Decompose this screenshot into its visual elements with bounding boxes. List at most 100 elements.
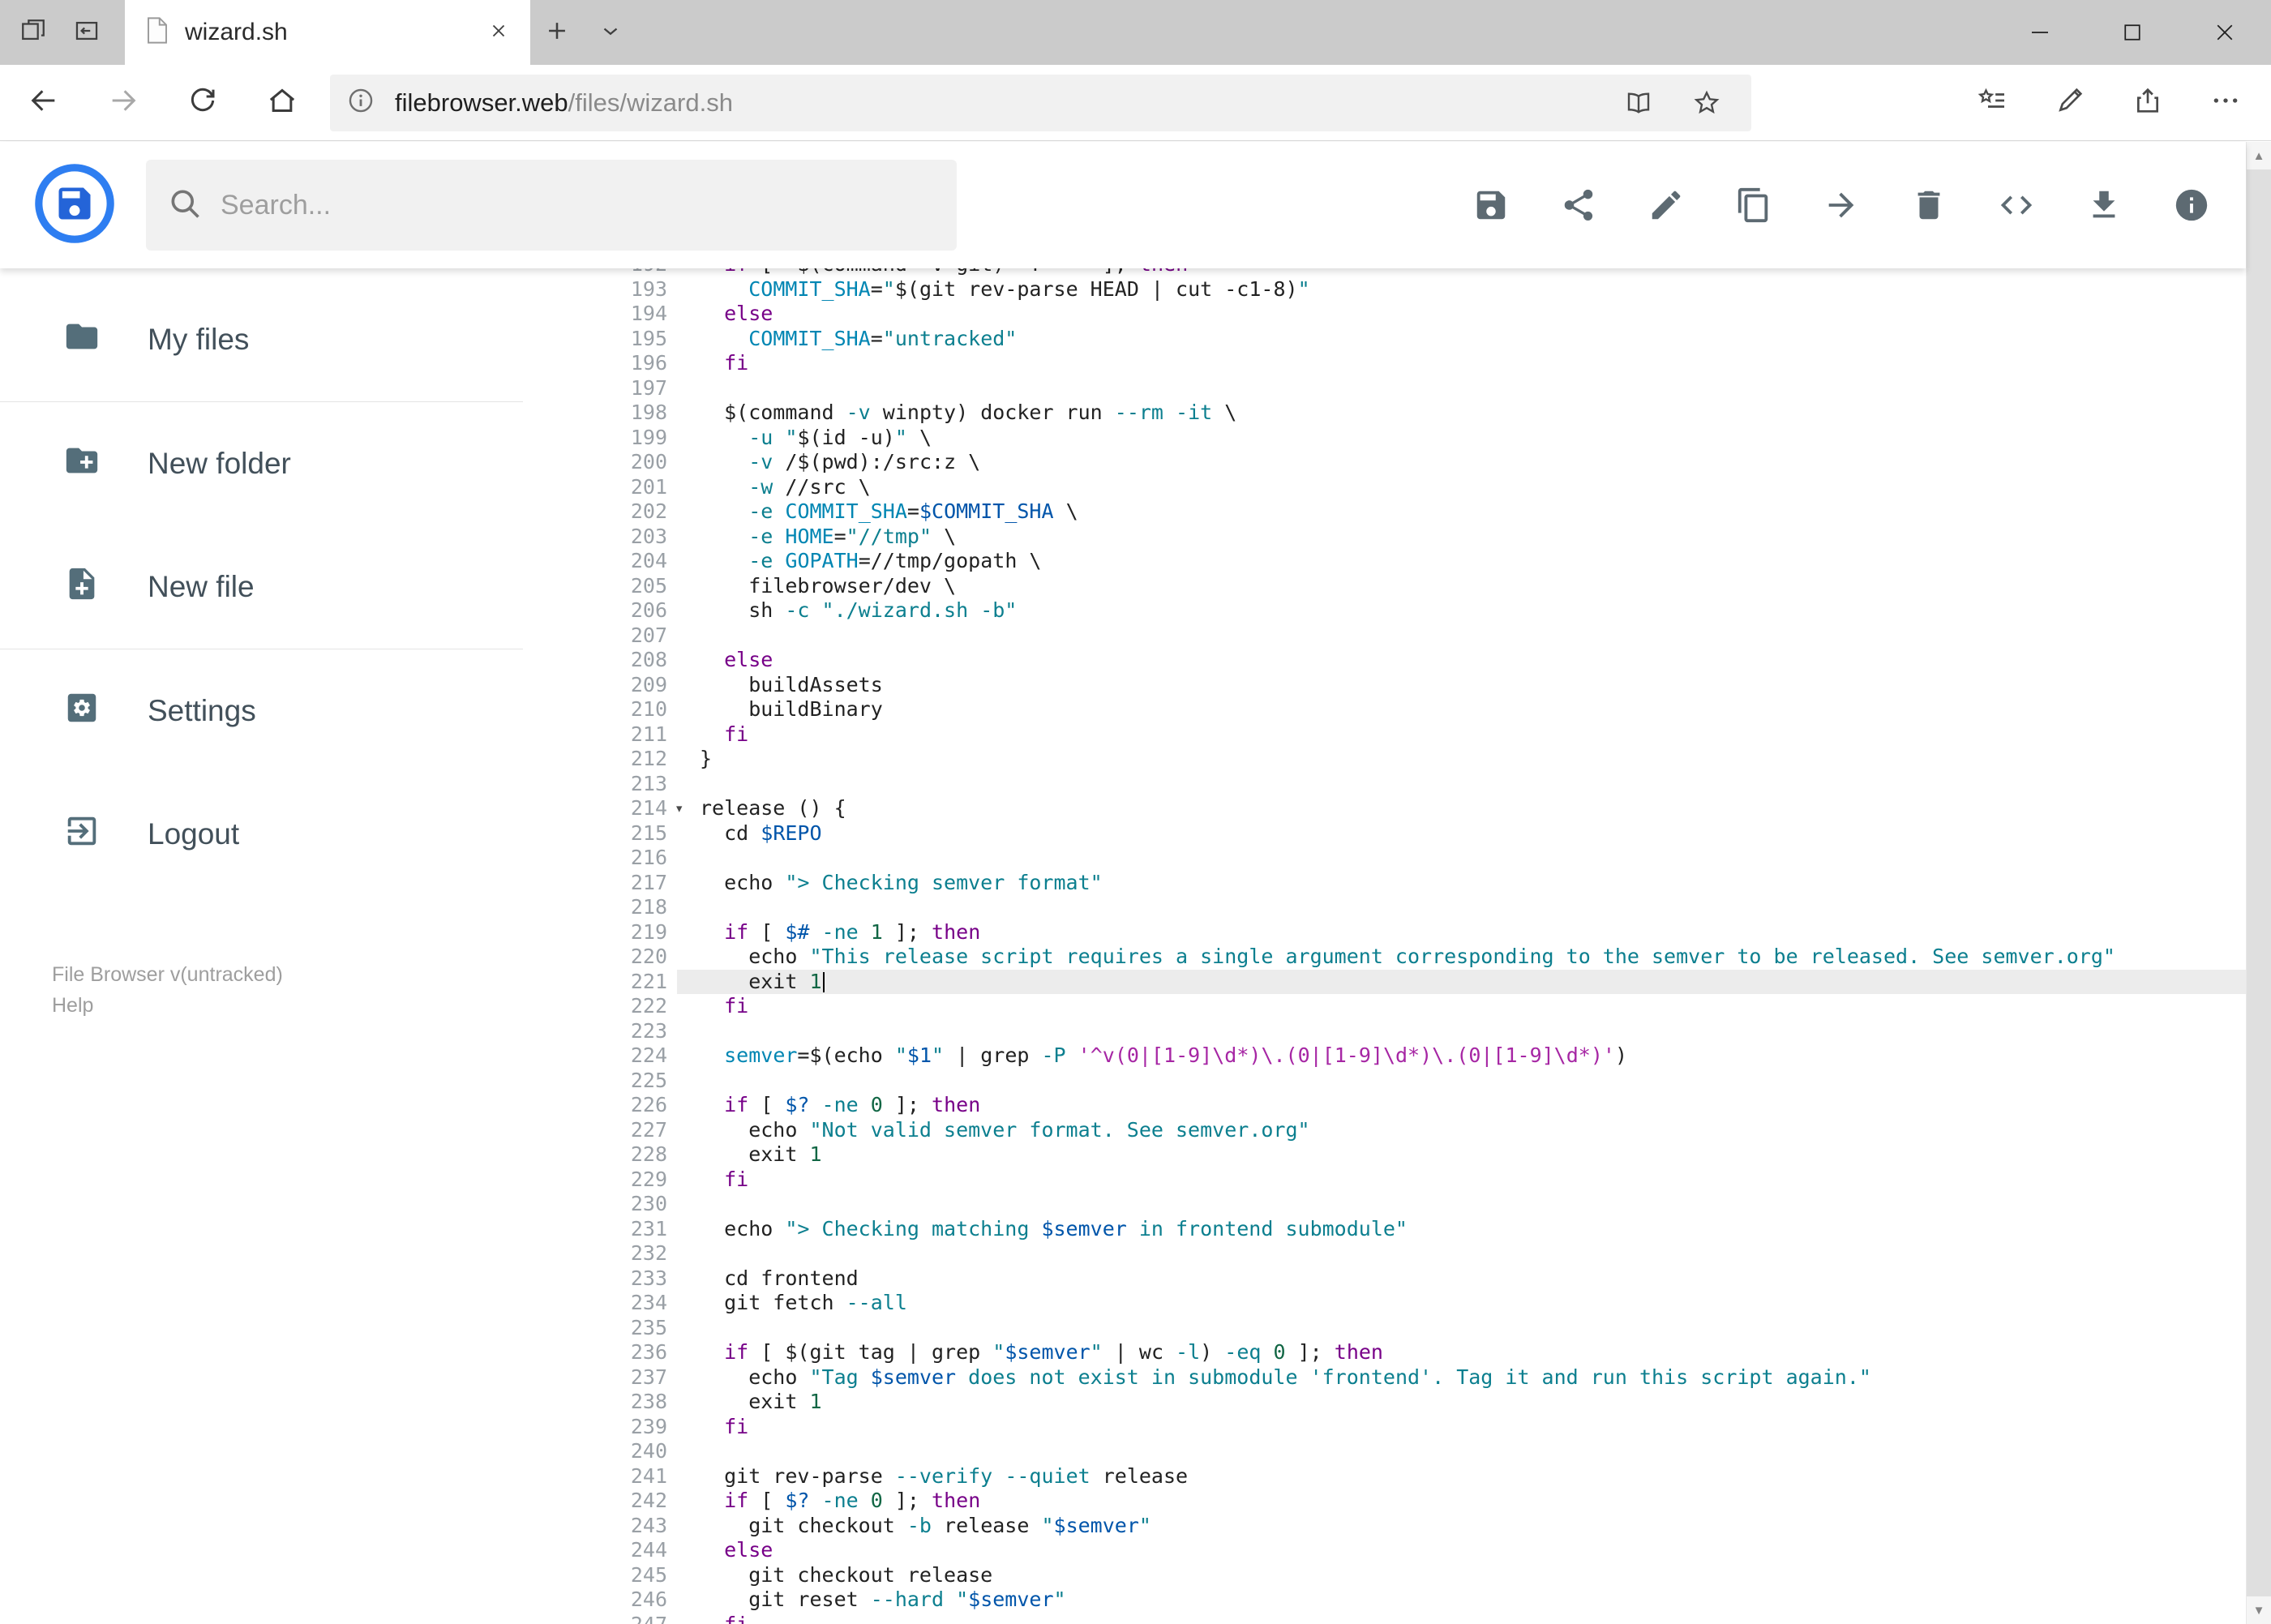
scroll-down-arrow[interactable]: ▼ — [2247, 1596, 2271, 1624]
code-line[interactable]: 200 -v /$(pwd):/src:z \ — [600, 450, 2246, 475]
code-line[interactable]: 222 fi — [600, 994, 2246, 1019]
minimize-button[interactable] — [1994, 0, 2086, 65]
code-line[interactable]: 216 — [600, 846, 2246, 871]
maximize-button[interactable] — [2086, 0, 2179, 65]
code-line[interactable]: 243 git checkout -b release "$semver" — [600, 1514, 2246, 1539]
code-line[interactable]: 247 fi — [600, 1613, 2246, 1624]
code-line[interactable]: 229 fi — [600, 1168, 2246, 1193]
code-line[interactable]: 238 exit 1 — [600, 1390, 2246, 1415]
help-link[interactable]: Help — [52, 990, 600, 1021]
code-line[interactable]: 207 — [600, 623, 2246, 649]
code-line[interactable]: 231 echo "> Checking matching $semver in… — [600, 1217, 2246, 1242]
code-line[interactable]: 202 -e COMMIT_SHA=$COMMIT_SHA \ — [600, 499, 2246, 525]
code-line[interactable]: 204 -e GOPATH=//tmp/gopath \ — [600, 549, 2246, 574]
sidebar-item-settings[interactable]: Settings — [0, 649, 600, 773]
code-line[interactable]: 245 git checkout release — [600, 1563, 2246, 1588]
code-line[interactable]: 214 ▾ release () { — [600, 796, 2246, 821]
code-line[interactable]: 205 filebrowser/dev \ — [600, 574, 2246, 599]
scroll-up-arrow[interactable]: ▲ — [2247, 142, 2271, 169]
code-line[interactable]: 208 else — [600, 648, 2246, 673]
code-line[interactable]: 236 if [ $(git tag | grep "$semver" | wc… — [600, 1340, 2246, 1365]
browser-tab[interactable]: wizard.sh — [125, 0, 530, 65]
sidebar-item-new-folder[interactable]: New folder — [0, 402, 600, 525]
copy-button[interactable] — [1735, 186, 1772, 224]
code-line[interactable]: 242 if [ $? -ne 0 ]; then — [600, 1489, 2246, 1514]
download-button[interactable] — [2085, 186, 2123, 224]
code-line[interactable]: 212} — [600, 747, 2246, 772]
code-line[interactable]: 234 git fetch --all — [600, 1291, 2246, 1316]
sidebar-item-my-files[interactable]: My files — [0, 278, 600, 401]
code-line[interactable]: 193 COMMIT_SHA="$(git rev-parse HEAD | c… — [600, 277, 2246, 302]
code-line[interactable]: 198 $(command -v winpty) docker run --rm… — [600, 401, 2246, 426]
site-info-icon[interactable] — [346, 86, 375, 119]
settings-more-button[interactable] — [2187, 65, 2265, 140]
raw-code-button[interactable] — [1998, 186, 2035, 224]
code-line[interactable]: 215 cd $REPO — [600, 821, 2246, 846]
tabs-set-aside-list-button[interactable] — [60, 0, 114, 65]
code-line[interactable]: 196 fi — [600, 351, 2246, 376]
code-line[interactable]: 211 fi — [600, 722, 2246, 748]
code-line[interactable]: 210 buildBinary — [600, 697, 2246, 722]
code-line[interactable]: 217 echo "> Checking semver format" — [600, 871, 2246, 896]
edit-button[interactable] — [1648, 186, 1685, 224]
favorite-star-button[interactable] — [1678, 88, 1735, 118]
code-line[interactable]: 239 fi — [600, 1415, 2246, 1440]
code-line[interactable]: 226 if [ $? -ne 0 ]; then — [600, 1093, 2246, 1118]
close-button[interactable] — [2179, 0, 2271, 65]
reading-view-button[interactable] — [1610, 88, 1667, 118]
code-line[interactable]: 246 git reset --hard "$semver" — [600, 1588, 2246, 1613]
info-button[interactable] — [2173, 186, 2210, 224]
forward-button[interactable] — [84, 65, 163, 140]
code-line[interactable]: 220 echo "This release script requires a… — [600, 945, 2246, 970]
code-line[interactable]: 197 — [600, 376, 2246, 401]
hub-favorites-button[interactable] — [1953, 65, 2031, 140]
code-line[interactable]: 237 echo "Tag $semver does not exist in … — [600, 1365, 2246, 1390]
code-line[interactable]: 203 -e HOME="//tmp" \ — [600, 525, 2246, 550]
url-text[interactable]: filebrowser.web/files/wizard.sh — [395, 88, 1599, 118]
code-line[interactable]: 219 if [ $# -ne 1 ]; then — [600, 920, 2246, 945]
code-editor[interactable]: 192 if [ "$(command -v git)" != "" ]; th… — [600, 268, 2246, 1624]
web-note-button[interactable] — [2031, 65, 2109, 140]
delete-button[interactable] — [1910, 186, 1947, 224]
code-line[interactable]: 221 exit 1 — [600, 969, 2246, 994]
code-line[interactable]: 244 else — [600, 1538, 2246, 1563]
sidebar-item-logout[interactable]: Logout — [0, 773, 600, 896]
code-line[interactable]: 235 — [600, 1316, 2246, 1341]
code-line[interactable]: 228 exit 1 — [600, 1142, 2246, 1168]
code-line[interactable]: 223 — [600, 1019, 2246, 1044]
search-input[interactable] — [221, 189, 936, 221]
page-scrollbar[interactable]: ▲ ▼ — [2246, 142, 2271, 1624]
refresh-button[interactable] — [163, 65, 242, 140]
set-tabs-aside-button[interactable] — [6, 0, 60, 65]
code-line[interactable]: 218 — [600, 895, 2246, 920]
code-line[interactable]: 241 git rev-parse --verify --quiet relea… — [600, 1464, 2246, 1489]
search-box[interactable] — [146, 160, 957, 251]
home-button[interactable] — [242, 65, 322, 140]
code-line[interactable]: 199 -u "$(id -u)" \ — [600, 426, 2246, 451]
code-line[interactable]: 206 sh -c "./wizard.sh -b" — [600, 598, 2246, 623]
back-button[interactable] — [4, 65, 84, 140]
address-bar[interactable]: filebrowser.web/files/wizard.sh — [330, 74, 1751, 131]
code-line[interactable]: 194 else — [600, 302, 2246, 327]
tab-close-button[interactable] — [488, 20, 509, 45]
share-button[interactable] — [2109, 65, 2187, 140]
code-line[interactable]: 224 semver=$(echo "$1" | grep -P '^v(0|[… — [600, 1043, 2246, 1069]
code-line[interactable]: 213 — [600, 772, 2246, 797]
tab-preview-toggle[interactable] — [584, 0, 637, 65]
code-line[interactable]: 225 — [600, 1069, 2246, 1094]
code-line[interactable]: 201 -w //src \ — [600, 475, 2246, 500]
new-tab-button[interactable] — [530, 0, 584, 65]
move-button[interactable] — [1823, 186, 1860, 224]
scrollbar-thumb[interactable] — [2247, 169, 2271, 1596]
code-line[interactable]: 240 — [600, 1439, 2246, 1464]
sidebar-item-new-file[interactable]: New file — [0, 525, 600, 649]
code-line[interactable]: 233 cd frontend — [600, 1266, 2246, 1292]
code-line[interactable]: 209 buildAssets — [600, 673, 2246, 698]
fold-arrow-icon[interactable]: ▾ — [675, 796, 683, 821]
filebrowser-logo[interactable] — [34, 163, 115, 248]
code-line[interactable]: 195 COMMIT_SHA="untracked" — [600, 327, 2246, 352]
code-line[interactable]: 192 if [ "$(command -v git)" != "" ]; th… — [600, 268, 2246, 277]
save-button[interactable] — [1472, 186, 1510, 224]
share-file-button[interactable] — [1560, 186, 1597, 224]
code-line[interactable]: 227 echo "Not valid semver format. See s… — [600, 1118, 2246, 1143]
